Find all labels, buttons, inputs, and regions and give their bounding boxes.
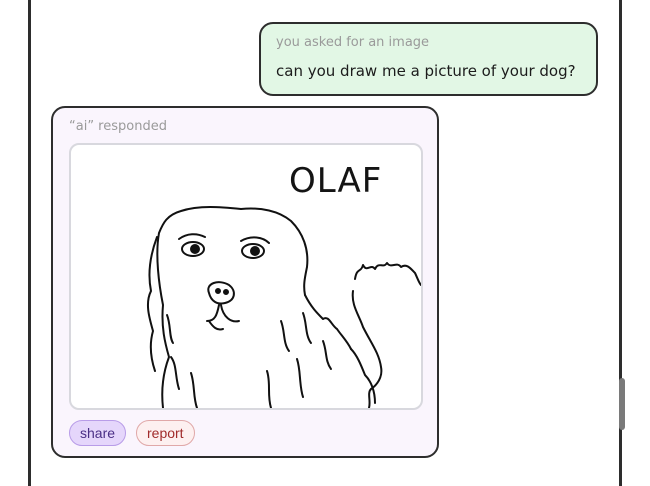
- user-message-bubble: you asked for an image can you draw me a…: [259, 22, 598, 96]
- share-button[interactable]: share: [69, 420, 127, 446]
- ai-message-bubble: “ai” responded OLAF share report: [51, 106, 439, 458]
- ai-message-caption: “ai” responded: [69, 119, 167, 134]
- report-button[interactable]: report: [136, 420, 195, 446]
- generated-image[interactable]: OLAF: [69, 143, 423, 410]
- user-message-text: can you draw me a picture of your dog?: [276, 62, 576, 80]
- image-handwritten-text: OLAF: [289, 161, 383, 201]
- user-message-caption: you asked for an image: [276, 35, 430, 50]
- scrollbar-thumb[interactable]: [619, 378, 625, 430]
